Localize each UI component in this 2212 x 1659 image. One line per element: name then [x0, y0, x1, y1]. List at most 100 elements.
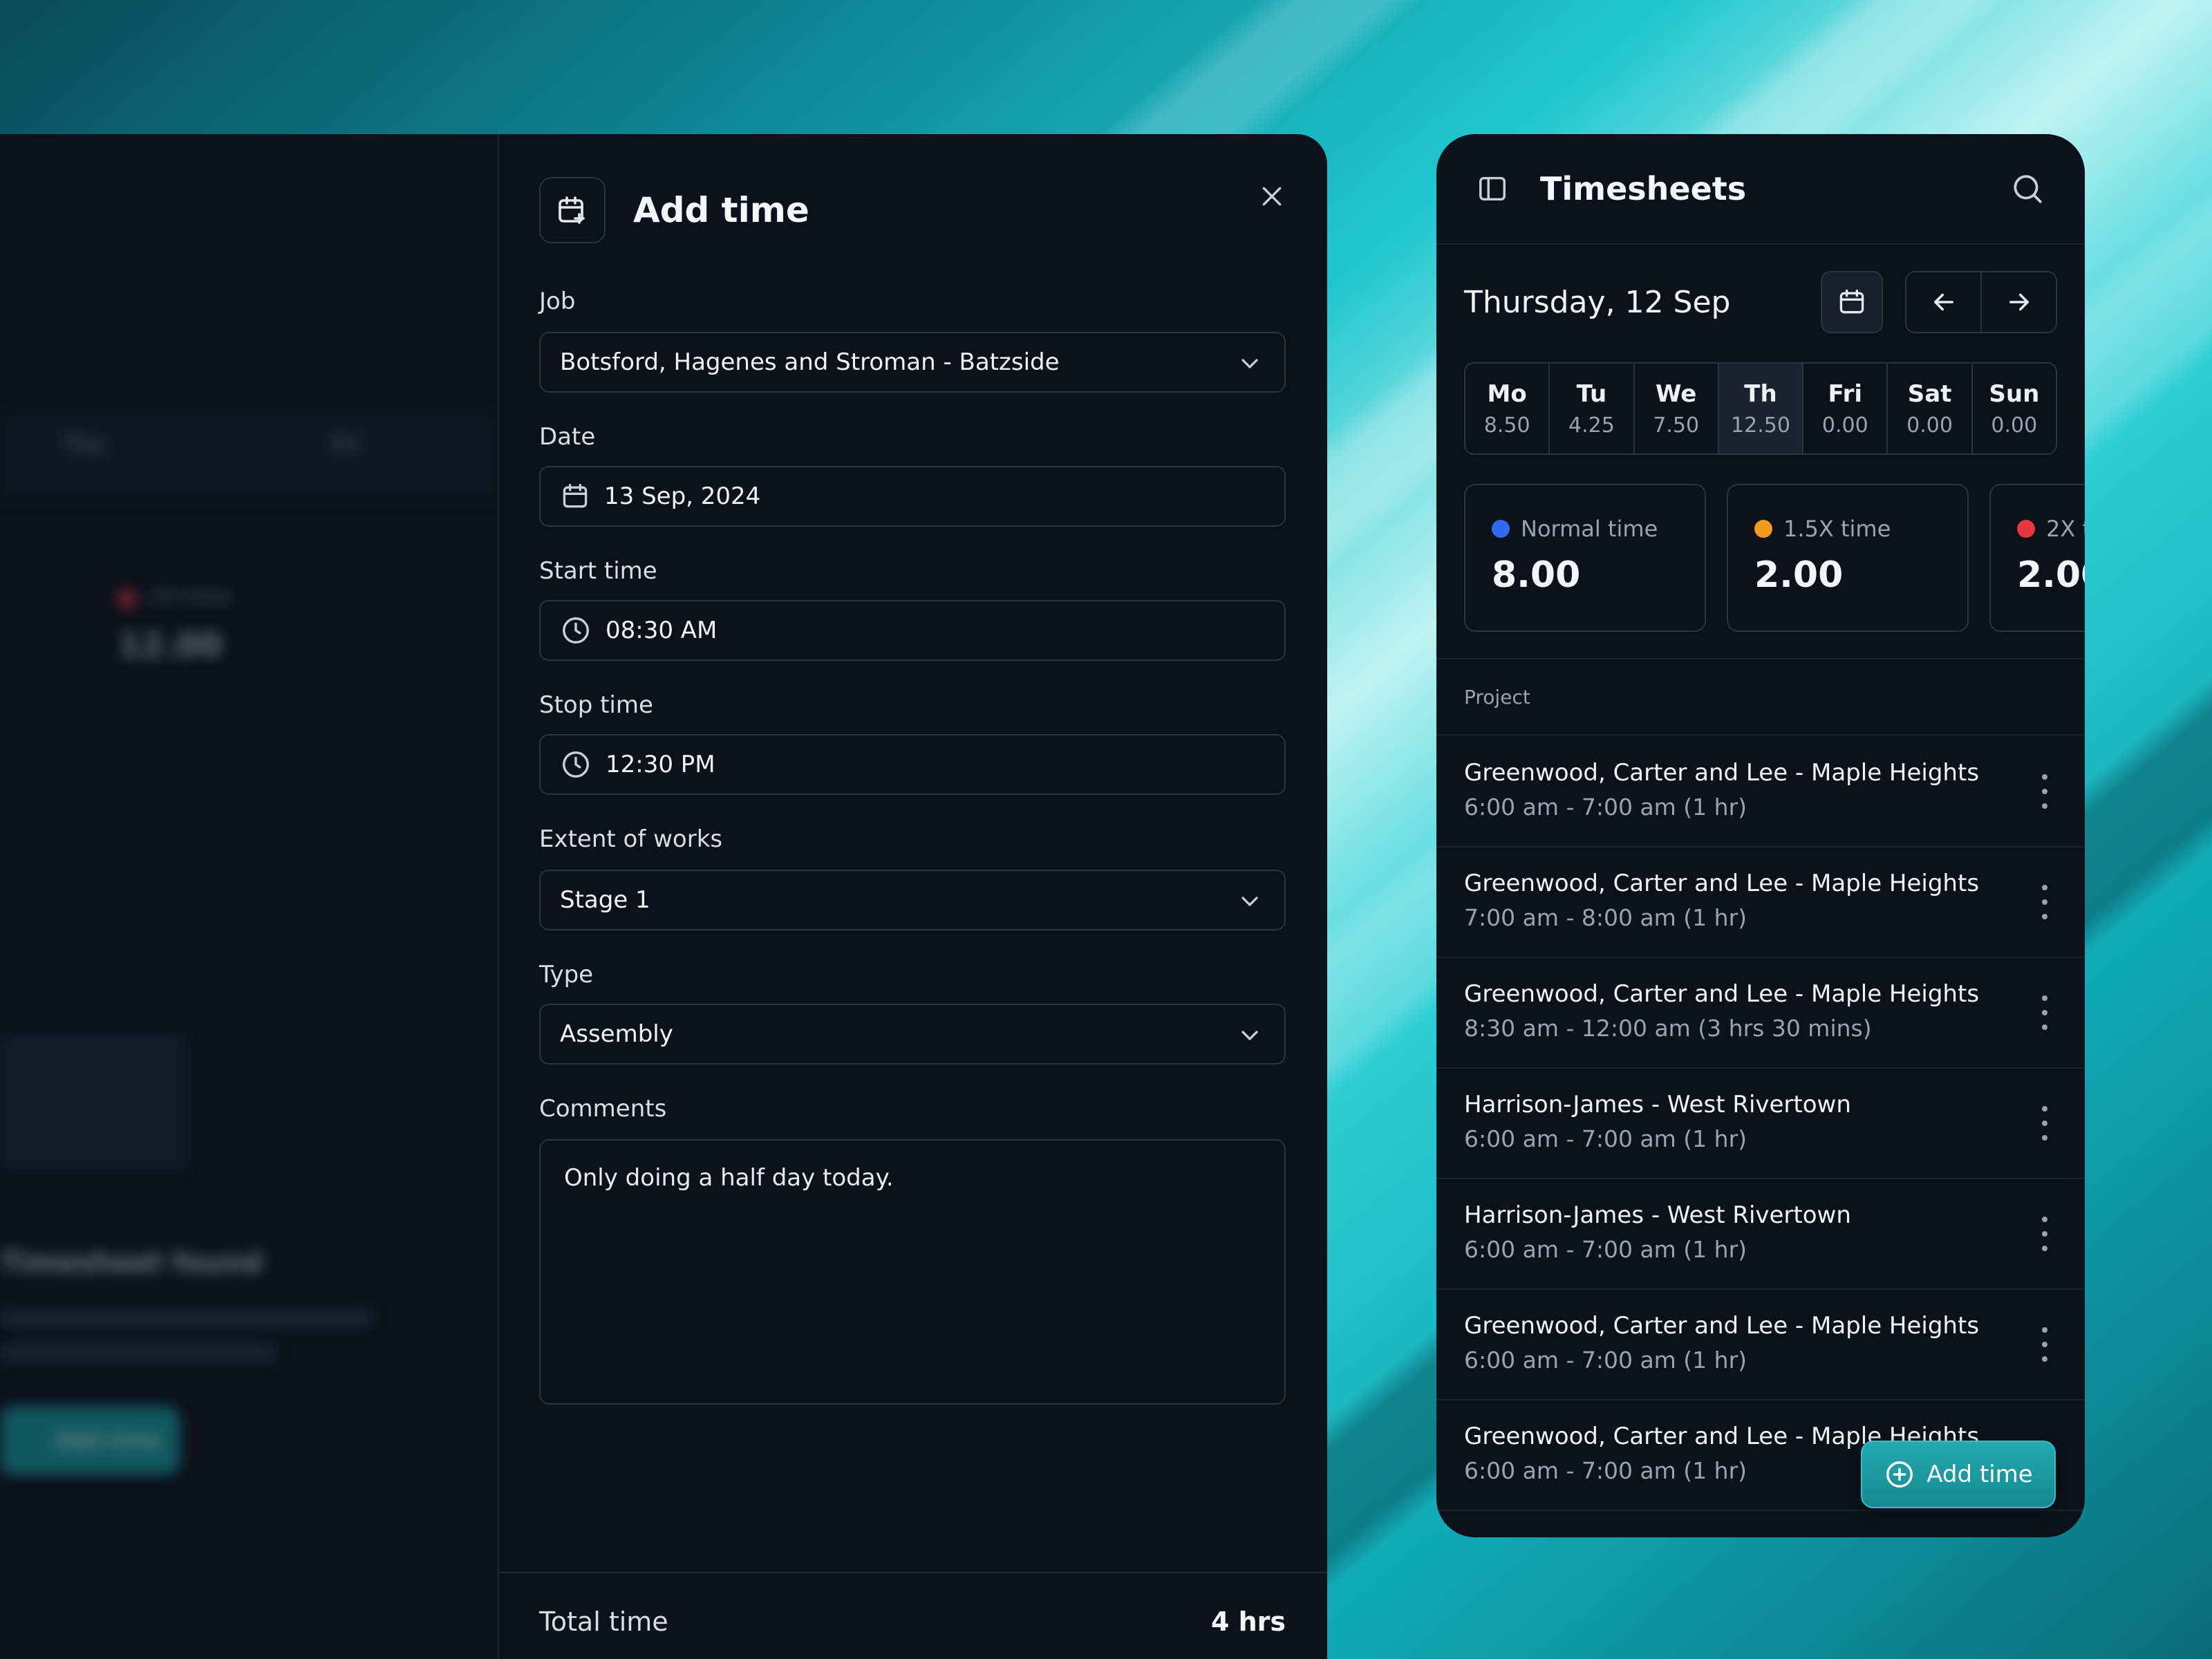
rate-label: 1.5X time: [1783, 516, 1891, 542]
rate-label: 2X time: [2046, 516, 2085, 542]
add-time-panel: Add time Job Botsford, Hagenes and Strom…: [498, 134, 1327, 1659]
timesheet-entry[interactable]: Greenwood, Carter and Lee - Maple Height…: [1436, 1288, 2085, 1400]
background-day-label-2: Fri: [332, 431, 360, 459]
timesheets-panel: Timesheets Thursday, 12 Sep Mo 8.50 Tu 4.2…: [1436, 134, 2085, 1537]
chevron-down-icon: [1241, 359, 1258, 368]
background-rate-value: 12.00: [118, 626, 223, 665]
total-time-value: 4 hrs: [1210, 1606, 1286, 1637]
start-time-field[interactable]: 08:30 AM: [539, 600, 1286, 661]
timesheets-header: Timesheets: [1436, 134, 2085, 245]
day-hours: 8.50: [1483, 413, 1530, 438]
add-time-button[interactable]: Add time: [1861, 1441, 2056, 1508]
kebab-menu-icon[interactable]: [2039, 1106, 2050, 1141]
search-icon[interactable]: [2010, 171, 2045, 209]
add-time-header: Add time: [539, 176, 809, 245]
clock-icon: [560, 749, 592, 780]
day-tab-mo[interactable]: Mo 8.50: [1465, 364, 1548, 453]
sidebar-toggle-icon[interactable]: [1477, 173, 1508, 207]
day-hours: 0.00: [1821, 413, 1868, 438]
section-divider: [1436, 658, 2085, 659]
selected-date: Thursday, 12 Sep: [1464, 285, 1731, 320]
timesheets-title: Timesheets: [1540, 170, 1747, 207]
entry-time: 6:00 am - 7:00 am (1 hr): [1464, 1457, 1747, 1484]
chevron-down-icon: [1241, 1031, 1258, 1040]
entry-time: 6:00 am - 7:00 am (1 hr): [1464, 1236, 1747, 1263]
background-add-button: Add time: [0, 1406, 180, 1475]
timesheet-entry[interactable]: Greenwood, Carter and Lee - Maple Height…: [1436, 957, 2085, 1069]
entry-title: Greenwood, Carter and Lee - Maple Height…: [1464, 759, 1980, 787]
rate-card-normal: Normal time 8.00: [1464, 484, 1706, 632]
timesheet-entry[interactable]: Greenwood, Carter and Lee - Maple Height…: [1436, 846, 2085, 958]
type-value: Assembly: [560, 1020, 673, 1048]
kebab-menu-icon[interactable]: [2039, 885, 2050, 919]
arrow-left-icon: [1933, 293, 1953, 311]
timesheet-entry[interactable]: Harrison-James - West Rivertown 6:00 am …: [1436, 1178, 2085, 1290]
extent-value: Stage 1: [560, 886, 650, 914]
close-button[interactable]: [1253, 177, 1291, 216]
date-value: 13 Sep, 2024: [604, 482, 761, 510]
plus-circle-icon: [1884, 1459, 1915, 1490]
job-select[interactable]: Botsford, Hagenes and Stroman - Batzside: [539, 332, 1286, 393]
day-name: Th: [1744, 379, 1777, 408]
kebab-menu-icon[interactable]: [2039, 774, 2050, 809]
previous-day-button[interactable]: [1906, 272, 1980, 332]
stop-time-field[interactable]: 12:30 PM: [539, 734, 1286, 795]
calendar-plus-icon: [539, 177, 606, 243]
day-tab-tu[interactable]: Tu 4.25: [1548, 364, 1633, 453]
job-value: Botsford, Hagenes and Stroman - Batzside: [560, 348, 1060, 376]
week-day-selector: Mo 8.50 Tu 4.25 We 7.50 Th 12.50 Fri 0.00 Sat…: [1464, 362, 2057, 455]
timesheet-entry[interactable]: Greenwood, Carter and Lee - Maple Height…: [1436, 735, 2085, 847]
rate-value: 2.00: [2017, 554, 2085, 596]
extent-label: Extent of works: [539, 825, 723, 853]
day-hours: 0.00: [1991, 413, 2038, 438]
add-time-title: Add time: [633, 190, 809, 230]
job-label: Job: [539, 288, 576, 315]
background-day-label-1: Thu: [62, 431, 106, 459]
background-empty-text-1: [0, 1309, 373, 1327]
day-tab-sun[interactable]: Sun 0.00: [1971, 364, 2056, 453]
entry-title: Greenwood, Carter and Lee - Maple Height…: [1464, 870, 1980, 897]
background-app: Thu Fri 2X time 12.00 Timesheet found Ad…: [0, 134, 498, 1659]
day-tab-sat[interactable]: Sat 0.00: [1886, 364, 1971, 453]
day-hours: 7.50: [1653, 413, 1700, 438]
day-name: Tu: [1576, 379, 1607, 408]
start-time-label: Start time: [539, 557, 657, 585]
date-label: Date: [539, 423, 596, 451]
calendar-icon: [1839, 289, 1864, 314]
day-name: Sat: [1907, 379, 1952, 408]
rate-value: 2.00: [1754, 554, 1844, 596]
day-tab-th[interactable]: Th 12.50: [1717, 364, 1803, 453]
rate-value: 8.00: [1492, 554, 1581, 596]
background-add-button-label: Add time: [55, 1427, 162, 1454]
entry-time: 8:30 am - 12:00 am (3 hrs 30 mins): [1464, 1015, 1872, 1042]
rate-label: Normal time: [1521, 516, 1658, 542]
entry-title: Greenwood, Carter and Lee - Maple Height…: [1464, 1312, 1980, 1340]
kebab-menu-icon[interactable]: [2039, 995, 2050, 1030]
calendar-icon: [560, 481, 590, 512]
kebab-menu-icon[interactable]: [2039, 1217, 2050, 1251]
date-field[interactable]: 13 Sep, 2024: [539, 466, 1286, 527]
day-hours: 0.00: [1906, 413, 1953, 438]
day-name: Sun: [1989, 379, 2040, 408]
calendar-button[interactable]: [1821, 271, 1883, 333]
extent-select[interactable]: Stage 1: [539, 870, 1286, 930]
project-column-header: Project: [1464, 686, 1530, 709]
chevron-down-icon: [1241, 897, 1258, 906]
type-select[interactable]: Assembly: [539, 1004, 1286, 1065]
close-icon: [1262, 187, 1282, 206]
comments-textarea[interactable]: Only doing a half day today.: [539, 1139, 1286, 1405]
day-tab-we[interactable]: We 7.50: [1633, 364, 1718, 453]
add-time-button-label: Add time: [1927, 1461, 2033, 1488]
timesheet-entry[interactable]: Harrison-James - West Rivertown 6:00 am …: [1436, 1067, 2085, 1179]
stop-time-label: Stop time: [539, 691, 653, 719]
entry-title: Harrison-James - West Rivertown: [1464, 1091, 1851, 1118]
day-tab-fri[interactable]: Fri 0.00: [1802, 364, 1886, 453]
day-name: Fri: [1828, 379, 1862, 408]
next-day-button[interactable]: [1980, 272, 2056, 332]
day-name: Mo: [1487, 379, 1527, 408]
kebab-menu-icon[interactable]: [2039, 1327, 2050, 1362]
background-empty-title: Timesheet found: [0, 1247, 263, 1279]
background-rate-label: 2X time: [149, 585, 230, 609]
stop-time-value: 12:30 PM: [606, 751, 715, 778]
day-hours: 12.50: [1731, 413, 1790, 438]
